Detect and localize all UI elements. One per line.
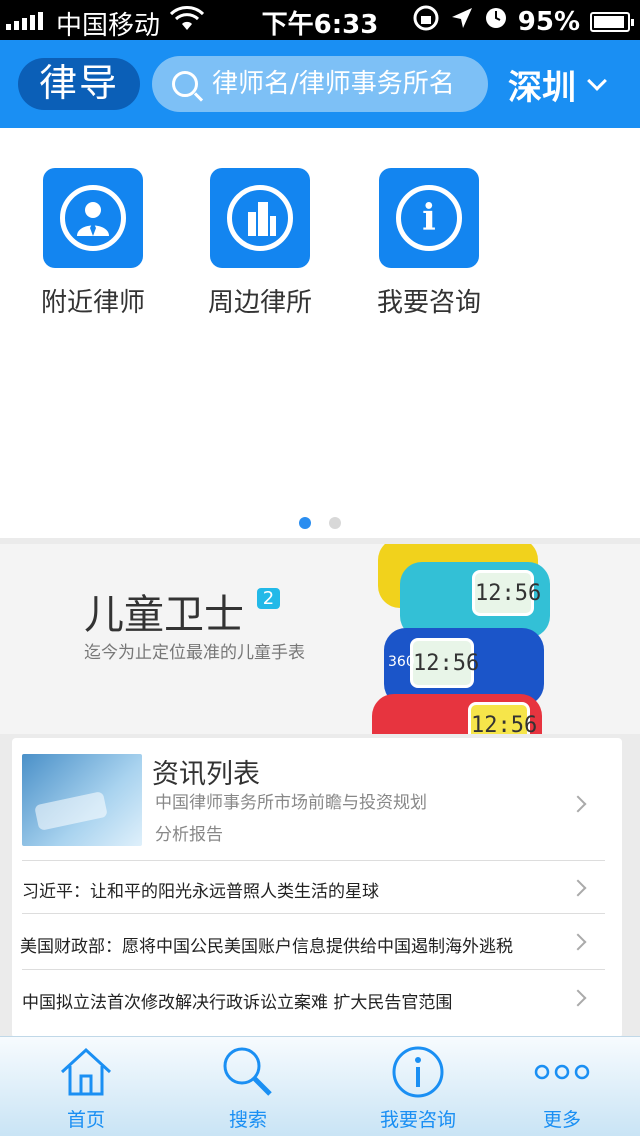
- chevron-right-icon: [569, 933, 587, 951]
- watch-time: 12:56: [468, 702, 537, 734]
- search-icon: [178, 1043, 318, 1101]
- news-thumbnail: [22, 754, 142, 846]
- tab-label: 我要咨询: [379, 1109, 456, 1131]
- banner-badge: 2: [256, 588, 281, 609]
- battery-percent: 95%: [517, 6, 580, 37]
- lawyer-icon: [43, 168, 143, 268]
- quick-action-nearby-firms[interactable]: 周边律所: [190, 168, 330, 319]
- building-icon: [210, 168, 310, 268]
- city-selector[interactable]: 深圳: [508, 60, 607, 109]
- quick-action-nearby-lawyers[interactable]: 附近律师: [23, 168, 163, 319]
- news-featured-line1: 中国律师事务所市场前瞻与投资规划: [155, 793, 427, 813]
- app-logo: 律导: [18, 58, 140, 110]
- quick-action-label: 我要咨询: [376, 288, 481, 318]
- banner-subtitle: 迄今为止定位最准的儿童手表: [84, 643, 305, 663]
- battery-icon: [590, 11, 634, 32]
- info-icon: [348, 1043, 488, 1101]
- divider: [22, 860, 605, 861]
- page-dot[interactable]: [329, 517, 341, 529]
- quick-action-label: 周边律所: [207, 288, 312, 318]
- tab-consult[interactable]: 我要咨询: [348, 1043, 488, 1132]
- search-box[interactable]: [152, 56, 488, 112]
- chevron-down-icon: [587, 70, 607, 91]
- quick-action-consult[interactable]: i 我要咨询: [359, 168, 499, 319]
- more-icon: [492, 1043, 632, 1101]
- info-icon: i: [379, 168, 479, 268]
- quick-action-label: 附近律师: [40, 288, 145, 318]
- news-card: 资讯列表 中国律师事务所市场前瞻与投资规划 分析报告 习近平：让和平的阳光永远普…: [12, 738, 622, 1038]
- divider: [22, 913, 605, 914]
- quick-actions-panel: 附近律师 周边律所 i 我要咨询: [0, 128, 640, 538]
- tab-label: 搜索: [228, 1109, 267, 1131]
- news-item[interactable]: 习近平：让和平的阳光永远普照人类生活的星球: [22, 877, 379, 902]
- location-icon: [450, 6, 474, 37]
- chevron-right-icon: [569, 879, 587, 897]
- tab-home[interactable]: 首页: [16, 1043, 156, 1132]
- home-icon: [16, 1043, 156, 1101]
- tab-more[interactable]: 更多: [492, 1043, 632, 1132]
- tab-bar: 首页 搜索 我要咨询 更多: [0, 1036, 640, 1136]
- search-input[interactable]: [212, 69, 472, 99]
- banner-title-text: 儿童卫士: [84, 592, 244, 638]
- tab-label: 首页: [66, 1109, 105, 1131]
- tab-search[interactable]: 搜索: [178, 1043, 318, 1132]
- ad-banner[interactable]: 儿童卫士 2 迄今为止定位最准的儿童手表 12:56 12:56 360 12:…: [0, 544, 640, 734]
- divider: [22, 969, 605, 970]
- rotation-lock-icon: [412, 4, 440, 39]
- watch-time: 12:56: [410, 638, 479, 688]
- news-section-title: 资讯列表: [152, 759, 260, 790]
- watch-time: 12:56: [472, 570, 541, 616]
- news-featured-line2: 分析报告: [155, 825, 223, 845]
- search-icon: [172, 71, 198, 97]
- news-item[interactable]: 美国财政部：愿将中国公民美国账户信息提供给中国遏制海外逃税: [20, 932, 513, 957]
- city-label: 深圳: [508, 68, 576, 108]
- tab-label: 更多: [542, 1109, 581, 1131]
- chevron-right-icon: [569, 795, 587, 813]
- battery-level: [594, 15, 624, 28]
- news-item[interactable]: 中国拟立法首次修改解决行政诉讼立案难 扩大民告官范围: [22, 988, 452, 1013]
- page-dot-active[interactable]: [299, 517, 311, 529]
- chevron-right-icon: [569, 989, 587, 1007]
- alarm-icon: [484, 6, 508, 37]
- page-indicator: [0, 514, 640, 533]
- banner-title: 儿童卫士 2: [84, 582, 281, 640]
- status-bar: 中国移动 下午6:33 95%: [0, 0, 640, 41]
- watch-brand: 360: [388, 654, 415, 670]
